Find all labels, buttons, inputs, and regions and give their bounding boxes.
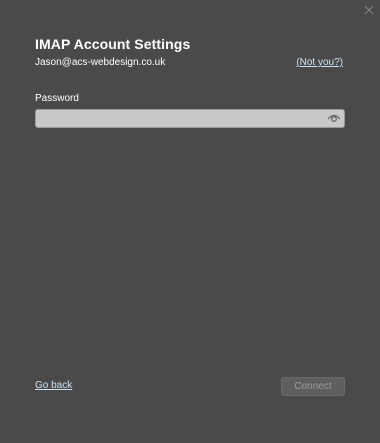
password-field[interactable] xyxy=(35,109,345,128)
close-button[interactable] xyxy=(362,3,376,17)
password-label: Password xyxy=(35,93,79,104)
connect-button[interactable]: Connect xyxy=(281,377,345,396)
close-icon xyxy=(362,3,376,17)
imap-settings-dialog: IMAP Account Settings Jason@acs-webdesig… xyxy=(0,0,380,443)
password-input[interactable] xyxy=(38,110,324,127)
go-back-link[interactable]: Go back xyxy=(35,380,72,391)
not-you-link[interactable]: (Not you?) xyxy=(296,57,343,68)
account-email: Jason@acs-webdesign.co.uk xyxy=(35,57,166,68)
eye-icon[interactable] xyxy=(327,112,341,124)
dialog-title: IMAP Account Settings xyxy=(35,36,191,52)
